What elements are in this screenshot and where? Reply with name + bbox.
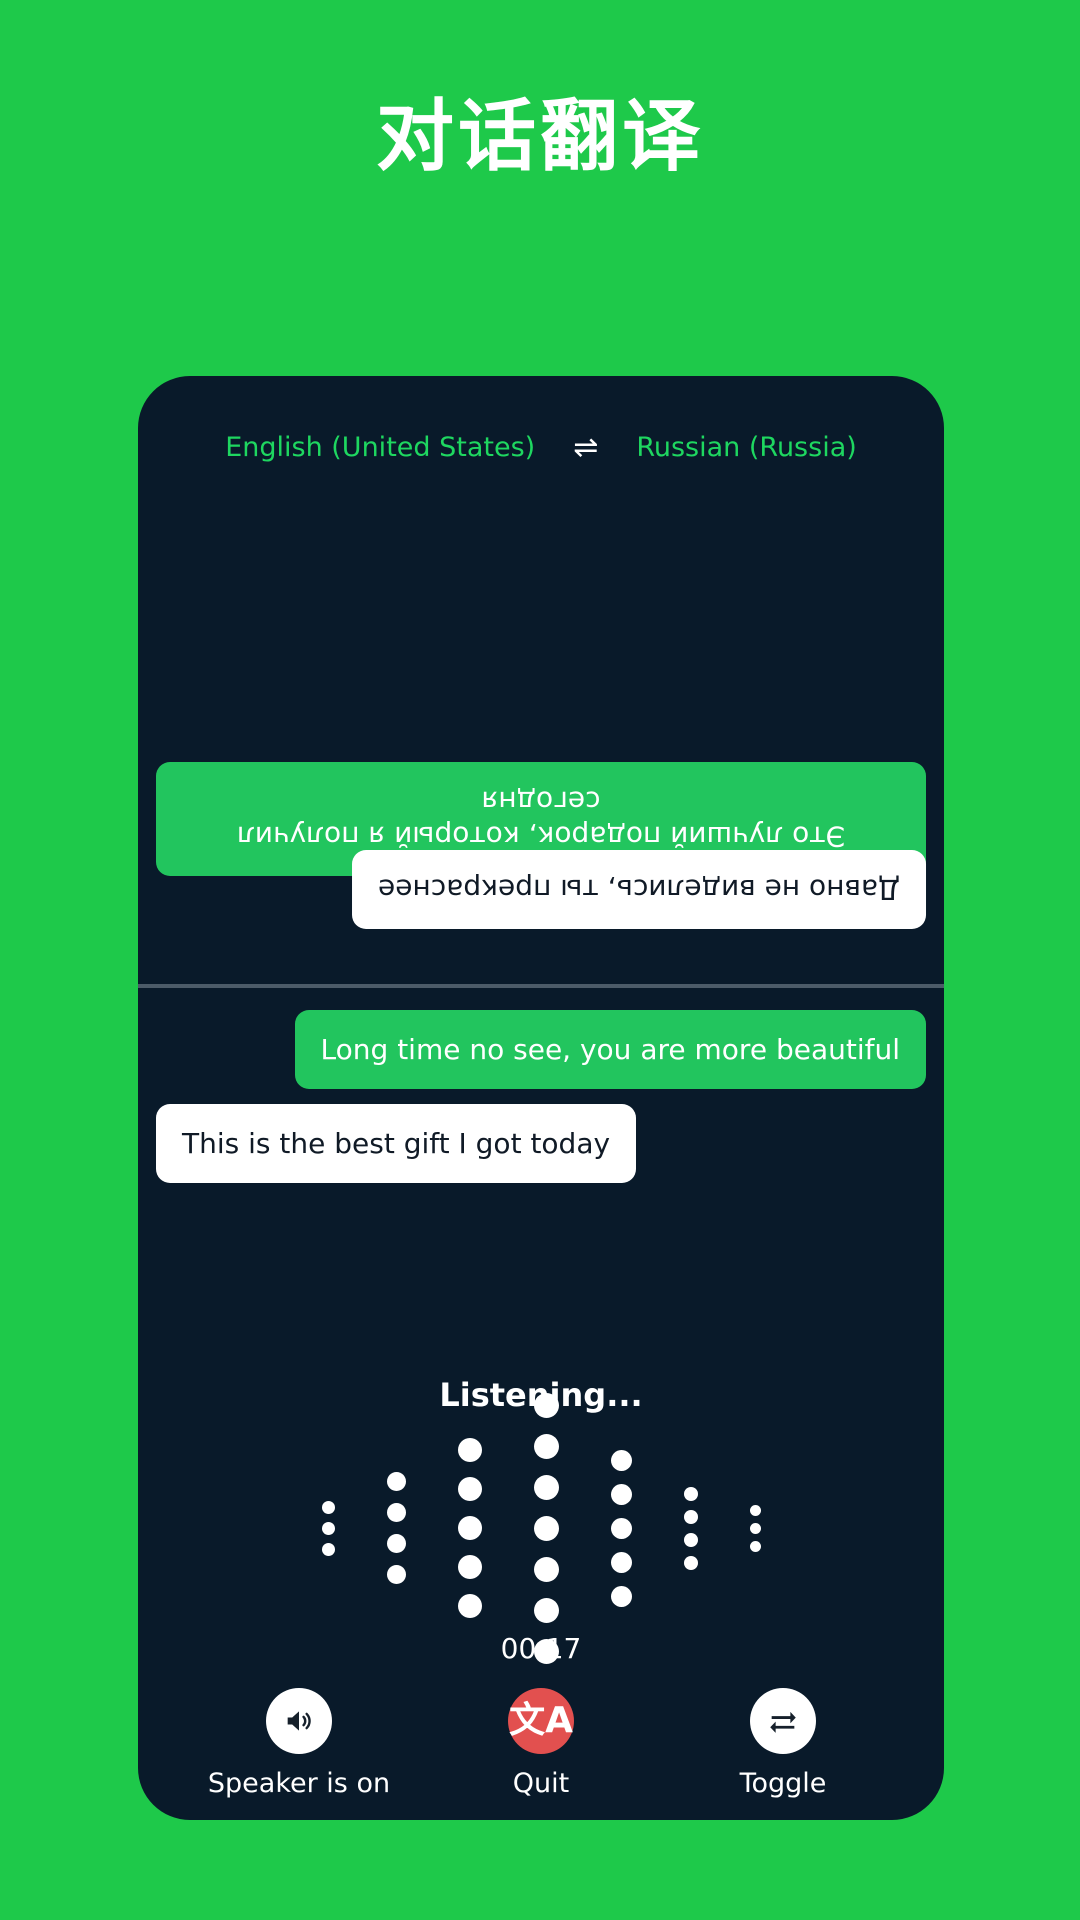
- waveform-dot: [457, 1438, 482, 1462]
- speaker-button[interactable]: Speaker is on: [189, 1688, 409, 1799]
- quit-button-circle[interactable]: 文A: [508, 1688, 574, 1754]
- waveform-dot: [457, 1516, 482, 1540]
- waveform-column: [610, 1449, 632, 1607]
- waveform-dot: [533, 1433, 559, 1459]
- waveform-dot: [533, 1474, 559, 1500]
- waveform-dot: [386, 1503, 406, 1522]
- conversation-panel-bottom: Long time no see, you are more beautiful…: [138, 988, 944, 1318]
- conversation-panel-top: Это лучший подарок, который я получил се…: [138, 486, 944, 986]
- audio-waveform: [138, 1392, 944, 1664]
- waveform-dot: [683, 1555, 698, 1570]
- toggle-button[interactable]: Toggle: [673, 1688, 893, 1799]
- waveform-dot: [610, 1483, 632, 1505]
- swap-horizontal-icon[interactable]: ⇌: [573, 432, 598, 463]
- waveform-dot: [386, 1472, 406, 1491]
- waveform-dot: [457, 1594, 482, 1618]
- waveform-dot: [321, 1500, 335, 1514]
- waveform-column: [533, 1392, 559, 1664]
- controls-bar: Speaker is on 文A Quit Toggle: [138, 1688, 944, 1799]
- waveform-dot: [749, 1504, 761, 1516]
- waveform-dot: [610, 1585, 632, 1607]
- waveform-column: [321, 1500, 335, 1556]
- toggle-button-circle[interactable]: [750, 1688, 816, 1754]
- waveform-dot: [533, 1597, 559, 1623]
- waveform-column: [749, 1504, 761, 1552]
- quit-button-label: Quit: [512, 1768, 570, 1799]
- waveform-dot: [457, 1477, 482, 1501]
- speaker-button-label: Speaker is on: [207, 1768, 391, 1799]
- speaker-on-icon: [287, 1711, 311, 1731]
- recording-timer: 00:17: [500, 1632, 582, 1665]
- waveform-dot: [683, 1532, 698, 1547]
- waveform-column: [457, 1438, 482, 1618]
- waveform-dot: [610, 1449, 632, 1471]
- target-language-selector[interactable]: Russian (Russia): [636, 432, 856, 463]
- message-bubble-english-1[interactable]: Long time no see, you are more beautiful: [294, 1010, 926, 1089]
- waveform-dot: [321, 1521, 335, 1535]
- page-title: 对话翻译: [375, 92, 704, 182]
- message-bubble-russian-2[interactable]: Давно не виделись, ты прекраснее: [351, 850, 926, 929]
- message-bubble-english-2[interactable]: This is the best gift I got today: [156, 1104, 637, 1183]
- app-screen: 对话翻译 English (United States) ⇌ Russian (…: [0, 0, 1080, 1920]
- waveform-dot: [749, 1540, 761, 1552]
- waveform-dot: [683, 1509, 698, 1524]
- waveform-column: [683, 1486, 698, 1570]
- waveform-dot: [533, 1392, 559, 1418]
- waveform-dot: [610, 1551, 632, 1573]
- waveform-dot: [457, 1555, 482, 1579]
- waveform-dot: [533, 1556, 559, 1582]
- waveform-dot: [533, 1515, 559, 1541]
- waveform-dot: [749, 1522, 761, 1534]
- translate-icon: 文A: [509, 1700, 573, 1741]
- waveform-dot: [683, 1486, 698, 1501]
- waveform-dot: [321, 1542, 335, 1556]
- language-bar: English (United States) ⇌ Russian (Russi…: [138, 432, 944, 463]
- speaker-button-circle[interactable]: [266, 1688, 332, 1754]
- phone-card: English (United States) ⇌ Russian (Russi…: [138, 376, 944, 1820]
- source-language-selector[interactable]: English (United States): [225, 432, 535, 463]
- waveform-dot: [386, 1565, 406, 1584]
- toggle-button-label: Toggle: [739, 1768, 827, 1799]
- waveform-dot: [386, 1534, 406, 1553]
- quit-button[interactable]: 文A Quit: [431, 1688, 651, 1799]
- waveform-column: [386, 1472, 406, 1584]
- swap-repeat-icon: [770, 1711, 796, 1733]
- waveform-dot: [610, 1517, 632, 1539]
